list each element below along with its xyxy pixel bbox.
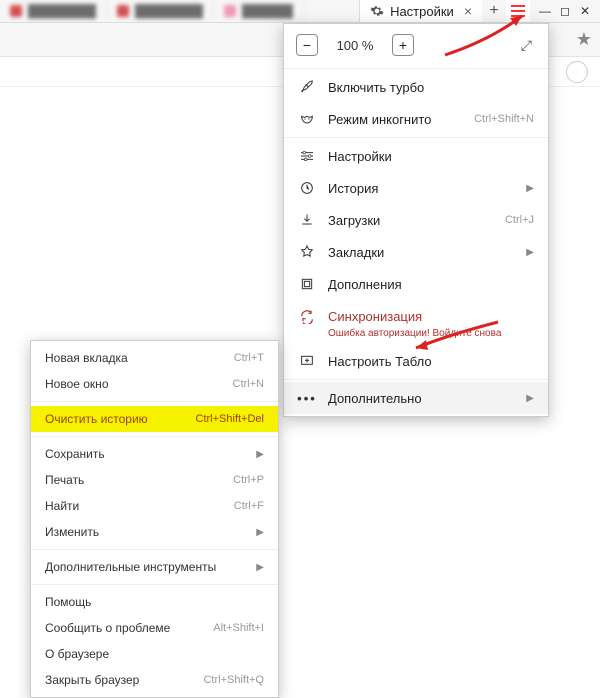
- tab-settings-label: Настройки: [390, 4, 454, 19]
- menu-label: Режим инкогнито: [328, 112, 462, 127]
- submenu-save[interactable]: Сохранить ▶: [31, 441, 278, 467]
- zoom-controls: − 100 % + ⤢: [284, 24, 548, 66]
- sync-icon: [298, 307, 316, 325]
- addons-icon: [298, 275, 316, 293]
- menu-item-incognito[interactable]: Режим инкогнито Ctrl+Shift+N: [284, 103, 548, 135]
- submenu-devtools[interactable]: Дополнительные инструменты ▶: [31, 554, 278, 580]
- clock-icon: [298, 179, 316, 197]
- sliders-icon: [298, 147, 316, 165]
- menu-label: Настройки: [328, 149, 534, 164]
- close-tab-button[interactable]: ×: [460, 3, 476, 19]
- zoom-value: 100 %: [334, 38, 376, 53]
- background-tabs: ████████ ████████ ██████: [0, 0, 359, 22]
- shortcut: Ctrl+Shift+N: [474, 113, 534, 125]
- maximize-button[interactable]: ◻: [556, 3, 574, 19]
- submenu-quit[interactable]: Закрыть браузер Ctrl+Shift+Q: [31, 667, 278, 693]
- menu-label: Дополнительно: [328, 391, 510, 406]
- toggle-pill[interactable]: [566, 61, 588, 83]
- menu-label: Настроить Табло: [328, 354, 534, 369]
- submenu-clear-history[interactable]: Очистить историю Ctrl+Shift+Del: [31, 406, 278, 432]
- minimize-button[interactable]: —: [536, 3, 554, 19]
- hamburger-icon: [510, 4, 526, 18]
- chevron-right-icon: ▶: [522, 183, 534, 194]
- menu-item-tablo[interactable]: Настроить Табло: [284, 345, 548, 377]
- fullscreen-button[interactable]: ⤢: [521, 37, 532, 54]
- menu-item-bookmarks[interactable]: Закладки ▶: [284, 236, 548, 268]
- menu-item-downloads[interactable]: Загрузки Ctrl+J: [284, 204, 548, 236]
- menu-button[interactable]: [506, 0, 530, 22]
- menu-item-addons[interactable]: Дополнения: [284, 268, 548, 300]
- close-window-button[interactable]: ✕: [576, 3, 594, 19]
- chevron-right-icon: ▶: [522, 247, 534, 258]
- shortcut: Ctrl+J: [505, 214, 534, 226]
- zoom-out-button[interactable]: −: [296, 34, 318, 56]
- star-icon: [298, 243, 316, 261]
- menu-label: Закладки: [328, 245, 510, 260]
- menu-label: История: [328, 181, 510, 196]
- rocket-icon: [298, 78, 316, 96]
- submenu-new-tab[interactable]: Новая вкладка Ctrl+T: [31, 345, 278, 371]
- chevron-right-icon: ▶: [256, 449, 264, 460]
- submenu-report[interactable]: Сообщить о проблеме Alt+Shift+I: [31, 615, 278, 641]
- submenu-new-window[interactable]: Новое окно Ctrl+N: [31, 371, 278, 397]
- new-tab-button[interactable]: +: [482, 0, 506, 22]
- menu-label: Дополнения: [328, 277, 534, 292]
- main-menu: − 100 % + ⤢ Включить турбо Режим инкогни…: [283, 23, 549, 417]
- menu-item-history[interactable]: История ▶: [284, 172, 548, 204]
- more-submenu: Новая вкладка Ctrl+T Новое окно Ctrl+N О…: [30, 340, 279, 698]
- menu-item-more[interactable]: ••• Дополнительно ▶: [284, 382, 548, 414]
- mask-icon: [298, 110, 316, 128]
- submenu-find[interactable]: Найти Ctrl+F: [31, 493, 278, 519]
- menu-label: Синхронизация: [328, 309, 534, 324]
- download-icon: [298, 211, 316, 229]
- star-icon[interactable]: ★: [576, 29, 592, 50]
- chevron-right-icon: ▶: [256, 527, 264, 538]
- gear-icon: [370, 4, 384, 18]
- zoom-in-button[interactable]: +: [392, 34, 414, 56]
- tab-strip: ████████ ████████ ██████ Настройки × + —…: [0, 0, 600, 23]
- menu-item-turbo[interactable]: Включить турбо: [284, 71, 548, 103]
- window-controls: — ◻ ✕: [530, 0, 600, 22]
- submenu-help[interactable]: Помощь: [31, 589, 278, 615]
- submenu-print[interactable]: Печать Ctrl+P: [31, 467, 278, 493]
- sync-error-text: Ошибка авторизации! Войдите снова: [284, 328, 548, 345]
- menu-item-settings[interactable]: Настройки: [284, 140, 548, 172]
- chevron-right-icon: ▶: [522, 393, 534, 404]
- tablo-icon: [298, 352, 316, 370]
- menu-label: Включить турбо: [328, 80, 534, 95]
- tab-settings[interactable]: Настройки ×: [359, 0, 482, 22]
- menu-label: Загрузки: [328, 213, 493, 228]
- submenu-edit[interactable]: Изменить ▶: [31, 519, 278, 545]
- more-icon: •••: [298, 389, 316, 407]
- submenu-about[interactable]: О браузере: [31, 641, 278, 667]
- chevron-right-icon: ▶: [256, 562, 264, 573]
